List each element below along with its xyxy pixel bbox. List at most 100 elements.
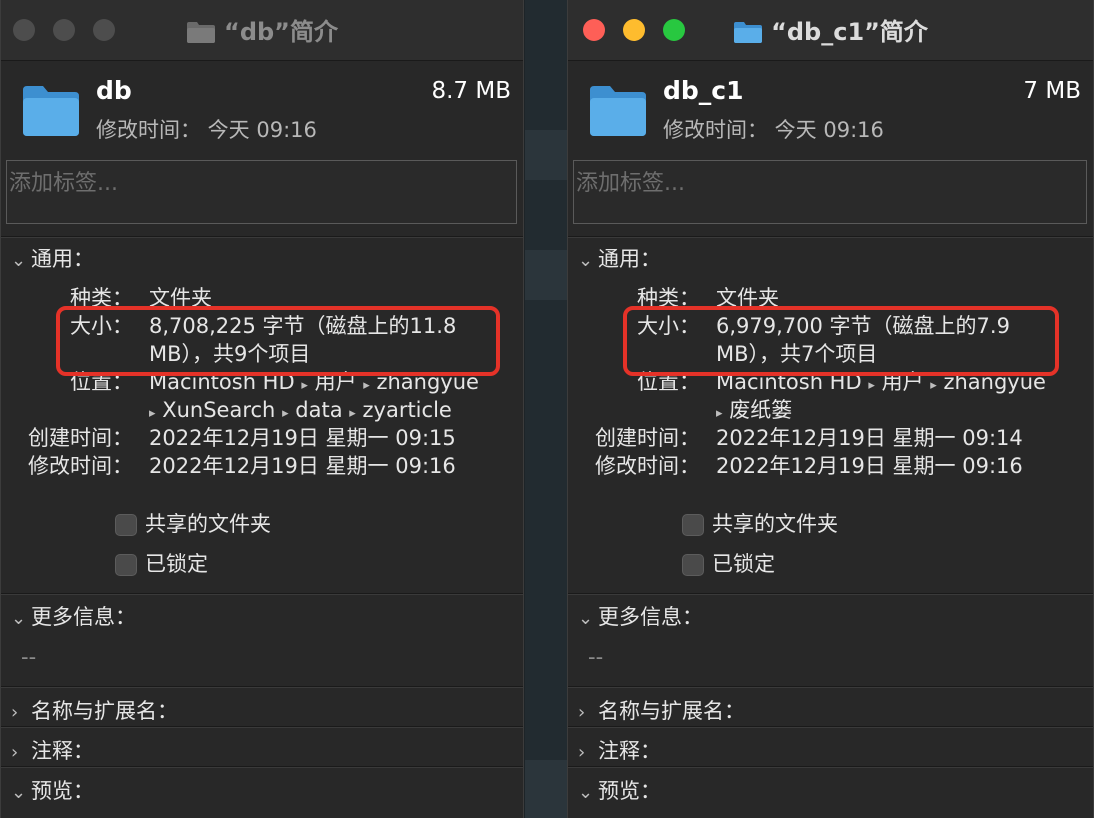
chevron-right-icon: › <box>578 742 586 763</box>
section-label: 预览： <box>598 779 661 803</box>
section-more-info[interactable]: ⌄ 更多信息： <box>11 601 136 631</box>
shared-folder-checkbox[interactable]: 共享的文件夹 <box>682 508 838 538</box>
checkbox-label: 共享的文件夹 <box>145 512 271 536</box>
checkbox[interactable] <box>115 554 137 576</box>
path-segment: XunSearch <box>162 398 276 422</box>
item-name: db <box>96 76 132 105</box>
where-row-cont: ▸ XunSearch ▸ data ▸ zyarticle <box>1 396 523 424</box>
section-more-info[interactable]: ⌄ 更多信息： <box>578 601 703 631</box>
section-label: 通用： <box>31 247 94 271</box>
chevron-right-icon: › <box>578 702 586 723</box>
tags-placeholder: 添加标签... <box>9 171 118 196</box>
background-desktop <box>525 0 567 818</box>
path-segment: zyarticle <box>362 398 452 422</box>
divider <box>1 593 523 595</box>
created-label: 创建时间： <box>28 426 133 450</box>
modified-value: 2022年12月19日 星期一 09:16 <box>716 454 1023 478</box>
chevron-down-icon: ⌄ <box>11 250 27 271</box>
chevron-down-icon: ⌄ <box>11 608 27 629</box>
info-window-db: “db”简介 db 8.7 MB 修改时间： 今天 09:16 添加标签... … <box>0 0 524 818</box>
modified-label: 修改时间： <box>28 454 133 478</box>
window-title-text: “db_c1”简介 <box>771 18 928 46</box>
background-block <box>525 250 567 300</box>
checkbox-label: 已锁定 <box>712 552 775 576</box>
checkbox[interactable] <box>115 514 137 536</box>
highlight-box <box>623 306 1059 376</box>
modified-row: 修改时间： 2022年12月19日 星期一 09:16 <box>1 452 523 480</box>
section-general[interactable]: ⌄ 通用： <box>11 243 94 273</box>
divider <box>568 766 1093 768</box>
section-label: 预览： <box>31 779 94 803</box>
title-bar: “db”简介 <box>1 0 523 61</box>
divider <box>1 686 523 688</box>
window-title: “db_c1”简介 <box>568 12 1093 47</box>
section-comments[interactable]: › 注释： <box>11 735 94 765</box>
path-segment: 废纸篓 <box>729 398 793 422</box>
background-block <box>525 760 567 818</box>
divider <box>568 593 1093 595</box>
tags-field[interactable]: 添加标签... <box>6 160 517 224</box>
tags-placeholder: 添加标签... <box>576 171 685 196</box>
path-arrow-icon: ▸ <box>716 406 723 421</box>
path-segment: data <box>295 398 343 422</box>
divider <box>1 726 523 728</box>
locked-checkbox[interactable]: 已锁定 <box>682 548 775 578</box>
item-modified: 修改时间： 今天 09:16 <box>96 118 317 142</box>
folder-icon <box>734 22 763 43</box>
section-label: 更多信息： <box>598 605 703 629</box>
path-arrow-icon: ▸ <box>282 406 289 421</box>
chevron-down-icon: ⌄ <box>578 250 594 271</box>
created-value: 2022年12月19日 星期一 09:15 <box>149 426 456 450</box>
folder-icon <box>187 22 216 43</box>
more-info-value: -- <box>588 645 604 669</box>
path-arrow-icon: ▸ <box>930 378 937 393</box>
modified-row: 修改时间： 2022年12月19日 星期一 09:16 <box>568 452 1093 480</box>
shared-folder-checkbox[interactable]: 共享的文件夹 <box>115 508 271 538</box>
item-size: 8.7 MB <box>431 78 511 104</box>
info-window-db-c1: “db_c1”简介 db_c1 7 MB 修改时间： 今天 09:16 添加标签… <box>567 0 1094 818</box>
highlight-box <box>56 306 500 376</box>
section-preview[interactable]: ⌄ 预览： <box>11 775 94 805</box>
created-row: 创建时间： 2022年12月19日 星期一 09:15 <box>1 424 523 452</box>
item-modified: 修改时间： 今天 09:16 <box>663 118 884 142</box>
modified-label: 修改时间： <box>595 454 700 478</box>
checkbox-label: 共享的文件夹 <box>712 512 838 536</box>
path-arrow-icon: ▸ <box>349 406 356 421</box>
section-label: 注释： <box>598 739 661 763</box>
window-title: “db”简介 <box>1 12 523 47</box>
divider <box>568 686 1093 688</box>
section-name-extension[interactable]: › 名称与扩展名： <box>11 695 178 725</box>
checkbox[interactable] <box>682 514 704 536</box>
title-bar: “db_c1”简介 <box>568 0 1093 61</box>
path-arrow-icon: ▸ <box>363 378 370 393</box>
chevron-down-icon: ⌄ <box>578 608 594 629</box>
locked-checkbox[interactable]: 已锁定 <box>115 548 208 578</box>
where-row-cont: ▸ 废纸篓 <box>568 396 1093 424</box>
tags-field[interactable]: 添加标签... <box>573 160 1087 224</box>
section-label: 更多信息： <box>31 605 136 629</box>
section-label: 名称与扩展名： <box>598 699 745 723</box>
folder-icon <box>23 86 79 136</box>
modified-value: 2022年12月19日 星期一 09:16 <box>149 454 456 478</box>
path-arrow-icon: ▸ <box>868 378 875 393</box>
item-size: 7 MB <box>1023 78 1081 104</box>
section-label: 注释： <box>31 739 94 763</box>
window-title-text: “db”简介 <box>224 18 338 46</box>
divider <box>568 236 1093 238</box>
divider <box>1 236 523 238</box>
chevron-down-icon: ⌄ <box>11 782 27 803</box>
section-label: 名称与扩展名： <box>31 699 178 723</box>
checkbox-label: 已锁定 <box>145 552 208 576</box>
created-row: 创建时间： 2022年12月19日 星期一 09:14 <box>568 424 1093 452</box>
created-label: 创建时间： <box>595 426 700 450</box>
section-preview[interactable]: ⌄ 预览： <box>578 775 661 805</box>
item-name: db_c1 <box>663 76 744 105</box>
section-comments[interactable]: › 注释： <box>578 735 661 765</box>
created-value: 2022年12月19日 星期一 09:14 <box>716 426 1023 450</box>
section-general[interactable]: ⌄ 通用： <box>578 243 661 273</box>
checkbox[interactable] <box>682 554 704 576</box>
folder-icon <box>590 86 646 136</box>
chevron-right-icon: › <box>11 702 19 723</box>
section-name-extension[interactable]: › 名称与扩展名： <box>578 695 745 725</box>
divider <box>568 726 1093 728</box>
